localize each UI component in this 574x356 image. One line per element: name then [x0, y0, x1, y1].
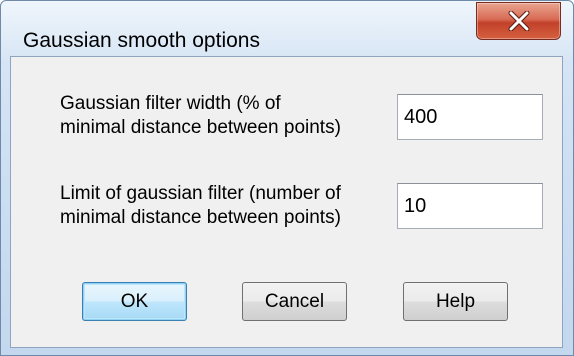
label-line: minimal distance between points)	[60, 117, 341, 138]
gaussian-filter-width-label: Gaussian filter width (% of minimal dist…	[60, 92, 341, 140]
ok-button[interactable]: OK	[82, 282, 187, 321]
gaussian-filter-limit-input[interactable]	[397, 183, 543, 229]
gaussian-filter-limit-label: Limit of gaussian filter (number of mini…	[60, 182, 341, 230]
close-button[interactable]	[476, 2, 561, 40]
cancel-button[interactable]: Cancel	[242, 282, 347, 321]
cancel-button-label: Cancel	[264, 290, 325, 312]
dialog-window: Gaussian smooth options Gaussian filter …	[0, 0, 574, 356]
dialog-body: Gaussian filter width (% of minimal dist…	[10, 56, 563, 348]
label-line: minimal distance between points)	[60, 207, 341, 228]
close-icon	[508, 11, 530, 31]
help-button[interactable]: Help	[403, 282, 508, 321]
label-line: Gaussian filter width (% of	[60, 93, 281, 114]
gaussian-filter-width-input[interactable]	[397, 94, 543, 140]
label-line: Limit of gaussian filter (number of	[60, 183, 341, 204]
help-button-label: Help	[435, 290, 476, 312]
ok-button-label: OK	[120, 290, 149, 312]
title-bar[interactable]: Gaussian smooth options	[1, 1, 573, 53]
window-title: Gaussian smooth options	[23, 29, 260, 52]
